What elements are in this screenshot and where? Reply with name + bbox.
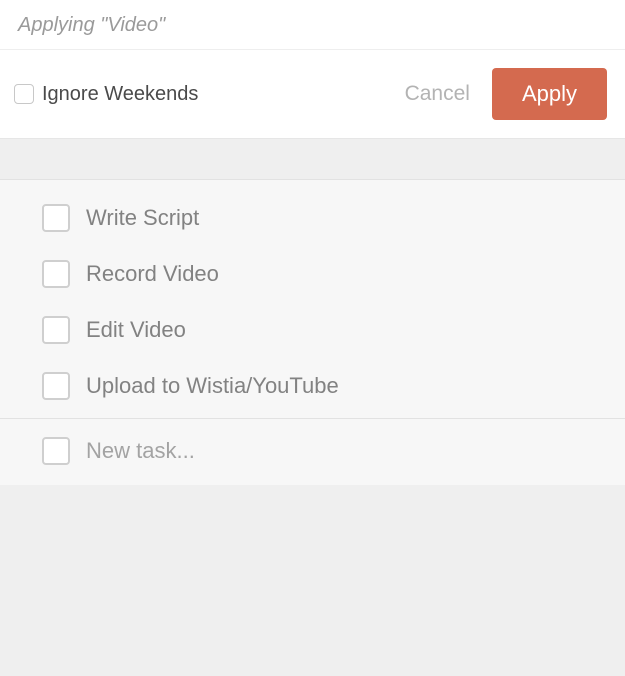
toolbar: Ignore Weekends Cancel Apply — [0, 50, 625, 139]
ignore-weekends-label: Ignore Weekends — [42, 83, 198, 106]
task-row[interactable]: Upload to Wistia/YouTube — [0, 358, 625, 414]
cancel-button[interactable]: Cancel — [405, 82, 470, 106]
new-task-checkbox[interactable] — [42, 437, 70, 465]
ignore-weekends-option[interactable]: Ignore Weekends — [14, 83, 405, 106]
task-list: Write Script Record Video Edit Video Upl… — [0, 179, 625, 485]
task-checkbox[interactable] — [42, 260, 70, 288]
task-row[interactable]: Write Script — [0, 190, 625, 246]
new-task-row[interactable]: New task... — [0, 418, 625, 485]
new-task-placeholder: New task... — [86, 438, 195, 464]
task-row[interactable]: Record Video — [0, 246, 625, 302]
apply-button[interactable]: Apply — [492, 68, 607, 120]
task-checkbox[interactable] — [42, 204, 70, 232]
task-label: Edit Video — [86, 317, 186, 343]
task-label: Record Video — [86, 261, 219, 287]
task-row[interactable]: Edit Video — [0, 302, 625, 358]
task-checkbox[interactable] — [42, 372, 70, 400]
task-area: Write Script Record Video Edit Video Upl… — [0, 139, 625, 676]
task-checkbox[interactable] — [42, 316, 70, 344]
task-label: Write Script — [86, 205, 199, 231]
task-label: Upload to Wistia/YouTube — [86, 373, 339, 399]
ignore-weekends-checkbox[interactable] — [14, 84, 34, 104]
applying-title: Applying "Video" — [18, 14, 607, 37]
header: Applying "Video" — [0, 0, 625, 50]
